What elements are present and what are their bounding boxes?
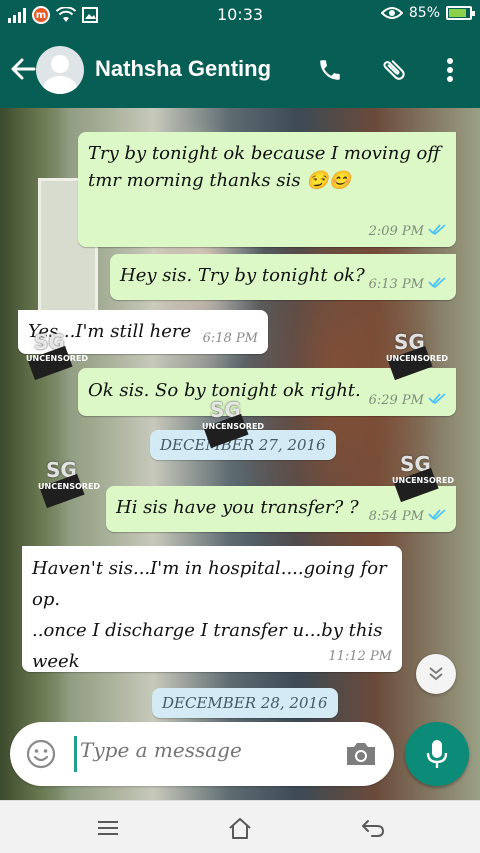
home-icon[interactable] xyxy=(225,813,255,843)
message-bubble[interactable]: Haven't sis...I'm in hospital....going f… xyxy=(22,546,402,672)
menu-icon[interactable] xyxy=(93,813,123,843)
message-time: 6:13 PM xyxy=(368,276,424,292)
battery-icon xyxy=(446,6,475,20)
message-time: 6:18 PM xyxy=(202,330,258,346)
message-time: 8:54 PM xyxy=(368,508,424,524)
more-vertical-icon[interactable] xyxy=(432,52,468,88)
message-composer[interactable] xyxy=(10,722,394,786)
message-time: 11:12 PM xyxy=(328,648,392,664)
back-icon[interactable] xyxy=(358,813,388,843)
status-bar: m 10:33 85% xyxy=(0,0,480,32)
mic-icon[interactable] xyxy=(405,722,469,786)
back-arrow-icon[interactable] xyxy=(8,54,38,84)
eye-icon xyxy=(380,7,403,19)
avatar-icon[interactable] xyxy=(36,46,84,94)
watermark: SG UNCENSORED xyxy=(200,398,264,449)
scroll-down-icon[interactable] xyxy=(416,654,456,694)
watermark: SG UNCENSORED xyxy=(36,458,100,509)
chat-area[interactable]: Try by tonight ok because I moving off t… xyxy=(0,108,480,800)
system-navbar xyxy=(0,800,480,853)
attachment-icon[interactable] xyxy=(376,52,412,88)
date-divider: DECEMBER 28, 2016 xyxy=(152,688,338,718)
camera-icon[interactable] xyxy=(344,740,378,768)
double-check-icon xyxy=(428,391,446,411)
chat-header: Nathsha Genting xyxy=(0,32,480,108)
message-bubble[interactable]: Try by tonight ok because I moving off t… xyxy=(78,132,456,247)
watermark: SG UNCENSORED xyxy=(384,330,448,381)
emoji-icon[interactable] xyxy=(26,739,56,769)
double-check-icon xyxy=(428,507,446,527)
message-bubble[interactable]: Hey sis. Try by tonight ok? 6:13 PM xyxy=(110,254,456,300)
contact-name[interactable]: Nathsha Genting xyxy=(95,56,271,82)
message-input[interactable] xyxy=(80,738,330,762)
double-check-icon xyxy=(428,222,446,242)
double-check-icon xyxy=(428,275,446,295)
watermark: SG UNCENSORED xyxy=(24,330,88,381)
battery-percent: 85% xyxy=(408,5,440,21)
message-time: 6:29 PM xyxy=(368,392,424,408)
message-time: 2:09 PM xyxy=(368,223,424,239)
phone-icon[interactable] xyxy=(312,52,348,88)
text-cursor xyxy=(74,736,77,772)
watermark: SG UNCENSORED xyxy=(390,452,454,503)
message-text: Try by tonight ok because I moving off t… xyxy=(88,143,441,191)
